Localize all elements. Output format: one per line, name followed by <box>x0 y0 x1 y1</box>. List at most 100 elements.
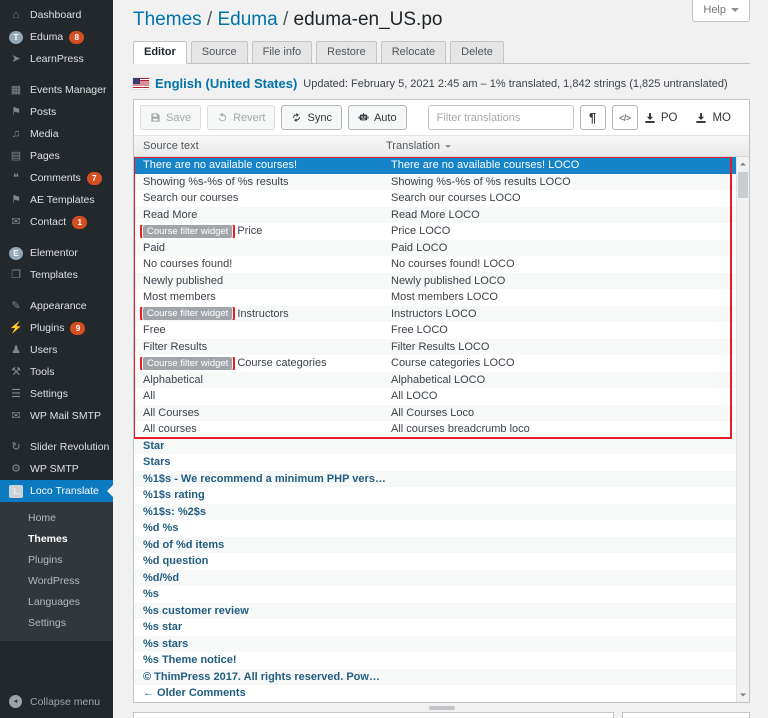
tab-editor[interactable]: Editor <box>133 41 187 64</box>
submenu-item-wordpress[interactable]: WordPress <box>0 570 113 591</box>
us-flag-icon <box>133 78 149 89</box>
table-row[interactable]: Course filter widgetInstructorsInstructo… <box>134 306 736 323</box>
table-row[interactable]: Newly publishedNewly published LOCO <box>134 273 736 290</box>
sidebar-item-learnpress[interactable]: ➤LearnPress <box>0 48 113 70</box>
sidebar-item-elementor[interactable]: EElementor <box>0 242 113 264</box>
pane-splitter[interactable] <box>133 703 750 712</box>
table-row[interactable]: %s Theme notice! <box>134 652 736 669</box>
sidebar-item-plugins[interactable]: ⚡Plugins9 <box>0 317 113 339</box>
sidebar-item-pages[interactable]: ▤Pages <box>0 145 113 167</box>
submenu-item-settings[interactable]: Settings <box>0 612 113 633</box>
collapse-menu-button[interactable]: ◂ Collapse menu <box>0 690 113 713</box>
save-button[interactable]: Save <box>140 105 201 130</box>
tab-relocate[interactable]: Relocate <box>381 41 446 63</box>
tools-icon: ⚒ <box>9 365 23 379</box>
table-row[interactable]: %s star <box>134 619 736 636</box>
download-mo-button[interactable]: MO <box>695 112 731 124</box>
download-po-button[interactable]: PO <box>644 112 678 124</box>
scrollbar-thumb[interactable] <box>738 172 748 198</box>
table-row[interactable]: Showing %s-%s of %s resultsShowing %s-%s… <box>134 174 736 191</box>
table-row[interactable]: Filter ResultsFilter Results LOCO <box>134 339 736 356</box>
revert-button[interactable]: Revert <box>207 105 275 130</box>
sync-button[interactable]: Sync <box>281 105 341 130</box>
source-cell: Star <box>134 440 386 452</box>
sidebar-item-dashboard[interactable]: ⌂Dashboard <box>0 4 113 26</box>
sidebar-item-wp-smtp[interactable]: ⚙WP SMTP <box>0 458 113 480</box>
sidebar-item-eduma[interactable]: TEduma8 <box>0 26 113 48</box>
events-manager-icon: ▦ <box>9 83 23 97</box>
table-row[interactable]: AlphabeticalAlphabetical LOCO <box>134 372 736 389</box>
table-row[interactable]: Search our coursesSearch our courses LOC… <box>134 190 736 207</box>
sidebar-item-tools[interactable]: ⚒Tools <box>0 361 113 383</box>
source-cell: Course filter widgetCourse categories <box>134 357 386 370</box>
sidebar-item-comments[interactable]: ❝Comments7 <box>0 167 113 189</box>
table-row[interactable]: No courses found!No courses found! LOCO <box>134 256 736 273</box>
table-row[interactable]: %s customer review <box>134 603 736 620</box>
table-row[interactable]: Star <box>134 438 736 455</box>
tab-file-info[interactable]: File info <box>252 41 313 63</box>
sidebar-item-loco-translate[interactable]: LLoco Translate <box>0 480 113 502</box>
loco-translate-submenu: HomeThemesPluginsWordPressLanguagesSetti… <box>0 502 113 641</box>
table-row[interactable]: All coursesAll courses breadcrumb loco <box>134 421 736 438</box>
table-row[interactable]: PaidPaid LOCO <box>134 240 736 257</box>
table-row[interactable]: %d %s <box>134 520 736 537</box>
sidebar-item-media[interactable]: ♫Media <box>0 123 113 145</box>
table-row[interactable]: %1$s: %2$s <box>134 504 736 521</box>
tab-source[interactable]: Source <box>191 41 248 63</box>
sidebar-item-templates[interactable]: ❐Templates <box>0 264 113 286</box>
sidebar-item-users[interactable]: ♟Users <box>0 339 113 361</box>
code-view-button[interactable]: </> <box>612 105 638 130</box>
table-row[interactable]: © ThimPress 2017. All rights reserved. P… <box>134 669 736 686</box>
submenu-item-languages[interactable]: Languages <box>0 591 113 612</box>
sidebar-item-wp-mail-smtp[interactable]: ✉WP Mail SMTP <box>0 405 113 427</box>
sidebar-item-posts[interactable]: ⚑Posts <box>0 101 113 123</box>
scroll-down-button[interactable] <box>737 688 749 702</box>
sidebar-item-ae-templates[interactable]: ⚑AE Templates <box>0 189 113 211</box>
show-invisibles-button[interactable]: ¶ <box>580 105 606 130</box>
table-row[interactable]: %s <box>134 586 736 603</box>
table-row[interactable]: %1$s rating <box>134 487 736 504</box>
table-row[interactable]: %s stars <box>134 636 736 653</box>
table-row[interactable]: %d question <box>134 553 736 570</box>
tab-delete[interactable]: Delete <box>450 41 504 63</box>
vertical-scrollbar[interactable] <box>736 157 749 702</box>
tab-restore[interactable]: Restore <box>316 41 377 63</box>
side-editing-pane[interactable] <box>622 712 750 718</box>
table-row[interactable]: FreeFree LOCO <box>134 322 736 339</box>
table-row[interactable]: %d/%d <box>134 570 736 587</box>
sidebar-item-contact[interactable]: ✉Contact1 <box>0 211 113 233</box>
count-badge: 9 <box>70 322 85 335</box>
table-row[interactable]: Stars <box>134 454 736 471</box>
sidebar-item-events-manager[interactable]: ▦Events Manager <box>0 79 113 101</box>
sidebar-item-settings[interactable]: ☰Settings <box>0 383 113 405</box>
column-header-source[interactable]: Source text <box>134 140 386 152</box>
auto-translate-button[interactable]: Auto <box>348 105 407 130</box>
filter-translations-input[interactable] <box>428 105 574 130</box>
table-row[interactable]: AllAll LOCO <box>134 388 736 405</box>
table-row[interactable]: ← Older Comments <box>134 685 736 702</box>
table-row[interactable]: Course filter widgetPricePrice LOCO <box>134 223 736 240</box>
breadcrumb-eduma[interactable]: Eduma <box>217 9 277 30</box>
table-row[interactable]: %d of %d items <box>134 537 736 554</box>
source-editing-pane[interactable] <box>133 712 614 718</box>
table-row[interactable]: There are no available courses!There are… <box>134 157 736 174</box>
table-row[interactable]: All CoursesAll Courses Loco <box>134 405 736 422</box>
column-header-translation[interactable]: Translation <box>386 140 749 152</box>
source-text: All Courses <box>143 407 199 419</box>
table-row[interactable]: Course filter widgetCourse categoriesCou… <box>134 355 736 372</box>
sidebar-item-slider-revolution[interactable]: ↻Slider Revolution <box>0 436 113 458</box>
pages-icon: ▤ <box>9 149 23 163</box>
table-row[interactable]: %1$s - We recommend a minimum PHP versio… <box>134 471 736 488</box>
table-row[interactable]: Read MoreRead More LOCO <box>134 207 736 224</box>
source-text: %s Theme notice! <box>143 654 237 666</box>
submenu-item-home[interactable]: Home <box>0 507 113 528</box>
source-cell: %d question <box>134 555 386 567</box>
sidebar-item-appearance[interactable]: ✎Appearance <box>0 295 113 317</box>
table-row[interactable]: Most membersMost members LOCO <box>134 289 736 306</box>
submenu-item-plugins[interactable]: Plugins <box>0 549 113 570</box>
breadcrumb-themes[interactable]: Themes <box>133 9 202 30</box>
translation-cell: There are no available courses! LOCO <box>386 159 736 171</box>
submenu-item-themes[interactable]: Themes <box>0 528 113 549</box>
help-button[interactable]: Help <box>692 0 750 22</box>
scroll-up-button[interactable] <box>737 157 749 171</box>
